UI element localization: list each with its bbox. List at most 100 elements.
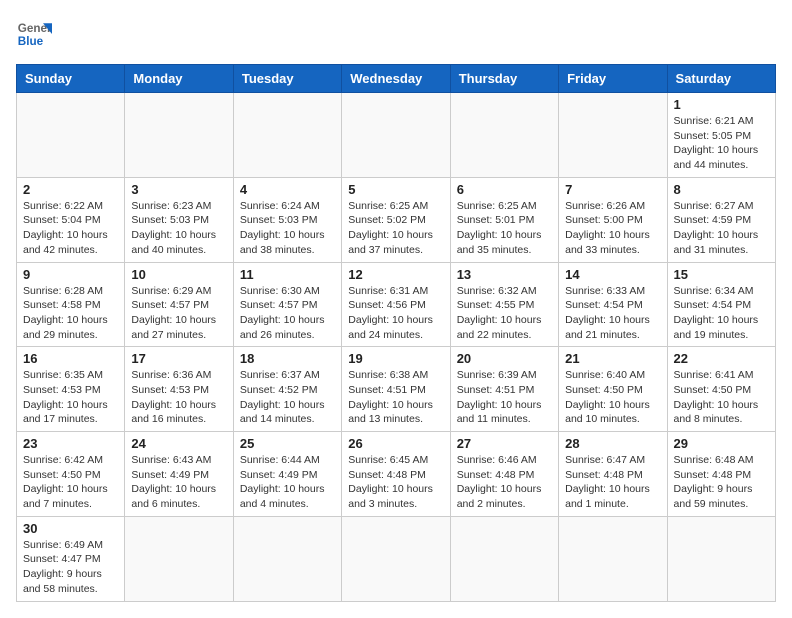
day-number: 27 bbox=[457, 436, 552, 451]
day-info: Sunrise: 6:38 AM Sunset: 4:51 PM Dayligh… bbox=[348, 368, 443, 427]
calendar-cell: 28 Sunrise: 6:47 AM Sunset: 4:48 PM Dayli… bbox=[559, 432, 667, 517]
day-info: Sunrise: 6:46 AM Sunset: 4:48 PM Dayligh… bbox=[457, 453, 552, 512]
day-info: Sunrise: 6:30 AM Sunset: 4:57 PM Dayligh… bbox=[240, 284, 335, 343]
weekday-header-sunday: Sunday bbox=[17, 65, 125, 93]
day-number: 23 bbox=[23, 436, 118, 451]
week-row-3: 9Sunrise: 6:28 AM Sunset: 4:58 PM Daylig… bbox=[17, 262, 776, 347]
calendar-cell: 1 Sunrise: 6:21 AM Sunset: 5:05 PM Daylig… bbox=[667, 93, 775, 178]
day-info: Sunrise: 6:42 AM Sunset: 4:50 PM Dayligh… bbox=[23, 453, 118, 512]
calendar-cell bbox=[450, 516, 558, 601]
day-info: Sunrise: 6:36 AM Sunset: 4:53 PM Dayligh… bbox=[131, 368, 226, 427]
weekday-header-saturday: Saturday bbox=[667, 65, 775, 93]
calendar-cell bbox=[233, 93, 341, 178]
day-number: 15 bbox=[674, 267, 769, 282]
day-info: Sunrise: 6:48 AM Sunset: 4:48 PM Dayligh… bbox=[674, 453, 769, 512]
calendar-cell bbox=[559, 93, 667, 178]
day-number: 29 bbox=[674, 436, 769, 451]
week-row-2: 2Sunrise: 6:22 AM Sunset: 5:04 PM Daylig… bbox=[17, 177, 776, 262]
day-info: Sunrise: 6:27 AM Sunset: 4:59 PM Dayligh… bbox=[674, 199, 769, 258]
day-info: Sunrise: 6:39 AM Sunset: 4:51 PM Dayligh… bbox=[457, 368, 552, 427]
calendar-cell bbox=[233, 516, 341, 601]
calendar-cell bbox=[17, 93, 125, 178]
day-number: 16 bbox=[23, 351, 118, 366]
day-info: Sunrise: 6:23 AM Sunset: 5:03 PM Dayligh… bbox=[131, 199, 226, 258]
day-number: 8 bbox=[674, 182, 769, 197]
logo: General Blue bbox=[16, 16, 56, 52]
weekday-header-monday: Monday bbox=[125, 65, 233, 93]
calendar-cell: 16 Sunrise: 6:35 AM Sunset: 4:53 PM Dayli… bbox=[17, 347, 125, 432]
weekday-header-wednesday: Wednesday bbox=[342, 65, 450, 93]
week-row-6: 30Sunrise: 6:49 AM Sunset: 4:47 PM Dayli… bbox=[17, 516, 776, 601]
calendar-cell: 18 Sunrise: 6:37 AM Sunset: 4:52 PM Dayli… bbox=[233, 347, 341, 432]
day-number: 1 bbox=[674, 97, 769, 112]
calendar-cell: 30Sunrise: 6:49 AM Sunset: 4:47 PM Dayli… bbox=[17, 516, 125, 601]
day-number: 12 bbox=[348, 267, 443, 282]
day-number: 26 bbox=[348, 436, 443, 451]
calendar-cell: 23 Sunrise: 6:42 AM Sunset: 4:50 PM Dayli… bbox=[17, 432, 125, 517]
day-info: Sunrise: 6:44 AM Sunset: 4:49 PM Dayligh… bbox=[240, 453, 335, 512]
day-info: Sunrise: 6:49 AM Sunset: 4:47 PM Dayligh… bbox=[23, 538, 118, 597]
calendar-cell: 9Sunrise: 6:28 AM Sunset: 4:58 PM Daylig… bbox=[17, 262, 125, 347]
calendar-cell bbox=[125, 516, 233, 601]
day-info: Sunrise: 6:29 AM Sunset: 4:57 PM Dayligh… bbox=[131, 284, 226, 343]
calendar-cell bbox=[342, 516, 450, 601]
day-info: Sunrise: 6:25 AM Sunset: 5:02 PM Dayligh… bbox=[348, 199, 443, 258]
day-number: 6 bbox=[457, 182, 552, 197]
day-info: Sunrise: 6:40 AM Sunset: 4:50 PM Dayligh… bbox=[565, 368, 660, 427]
week-row-4: 16 Sunrise: 6:35 AM Sunset: 4:53 PM Dayli… bbox=[17, 347, 776, 432]
calendar-cell bbox=[559, 516, 667, 601]
day-number: 28 bbox=[565, 436, 660, 451]
weekday-header-friday: Friday bbox=[559, 65, 667, 93]
day-info: Sunrise: 6:41 AM Sunset: 4:50 PM Dayligh… bbox=[674, 368, 769, 427]
calendar-cell: 2Sunrise: 6:22 AM Sunset: 5:04 PM Daylig… bbox=[17, 177, 125, 262]
calendar-cell: 19 Sunrise: 6:38 AM Sunset: 4:51 PM Dayli… bbox=[342, 347, 450, 432]
day-number: 19 bbox=[348, 351, 443, 366]
calendar-cell: 11Sunrise: 6:30 AM Sunset: 4:57 PM Dayli… bbox=[233, 262, 341, 347]
calendar-cell: 21Sunrise: 6:40 AM Sunset: 4:50 PM Dayli… bbox=[559, 347, 667, 432]
day-info: Sunrise: 6:47 AM Sunset: 4:48 PM Dayligh… bbox=[565, 453, 660, 512]
calendar-cell: 4 Sunrise: 6:24 AM Sunset: 5:03 PM Daylig… bbox=[233, 177, 341, 262]
calendar-cell: 3 Sunrise: 6:23 AM Sunset: 5:03 PM Daylig… bbox=[125, 177, 233, 262]
calendar: SundayMondayTuesdayWednesdayThursdayFrid… bbox=[16, 64, 776, 602]
svg-text:Blue: Blue bbox=[18, 35, 44, 48]
calendar-cell: 6 Sunrise: 6:25 AM Sunset: 5:01 PM Daylig… bbox=[450, 177, 558, 262]
day-number: 3 bbox=[131, 182, 226, 197]
weekday-header-row: SundayMondayTuesdayWednesdayThursdayFrid… bbox=[17, 65, 776, 93]
day-info: Sunrise: 6:43 AM Sunset: 4:49 PM Dayligh… bbox=[131, 453, 226, 512]
calendar-cell bbox=[125, 93, 233, 178]
day-number: 4 bbox=[240, 182, 335, 197]
day-info: Sunrise: 6:31 AM Sunset: 4:56 PM Dayligh… bbox=[348, 284, 443, 343]
calendar-cell: 12 Sunrise: 6:31 AM Sunset: 4:56 PM Dayli… bbox=[342, 262, 450, 347]
weekday-header-thursday: Thursday bbox=[450, 65, 558, 93]
day-number: 22 bbox=[674, 351, 769, 366]
day-number: 14 bbox=[565, 267, 660, 282]
day-info: Sunrise: 6:24 AM Sunset: 5:03 PM Dayligh… bbox=[240, 199, 335, 258]
day-info: Sunrise: 6:21 AM Sunset: 5:05 PM Dayligh… bbox=[674, 114, 769, 173]
header: General Blue bbox=[16, 16, 776, 52]
day-info: Sunrise: 6:35 AM Sunset: 4:53 PM Dayligh… bbox=[23, 368, 118, 427]
calendar-cell: 24Sunrise: 6:43 AM Sunset: 4:49 PM Dayli… bbox=[125, 432, 233, 517]
day-number: 2 bbox=[23, 182, 118, 197]
day-info: Sunrise: 6:26 AM Sunset: 5:00 PM Dayligh… bbox=[565, 199, 660, 258]
calendar-cell: 13 Sunrise: 6:32 AM Sunset: 4:55 PM Dayli… bbox=[450, 262, 558, 347]
day-info: Sunrise: 6:25 AM Sunset: 5:01 PM Dayligh… bbox=[457, 199, 552, 258]
calendar-cell: 10Sunrise: 6:29 AM Sunset: 4:57 PM Dayli… bbox=[125, 262, 233, 347]
calendar-cell bbox=[667, 516, 775, 601]
day-info: Sunrise: 6:33 AM Sunset: 4:54 PM Dayligh… bbox=[565, 284, 660, 343]
day-number: 7 bbox=[565, 182, 660, 197]
day-number: 9 bbox=[23, 267, 118, 282]
day-number: 20 bbox=[457, 351, 552, 366]
calendar-cell: 17Sunrise: 6:36 AM Sunset: 4:53 PM Dayli… bbox=[125, 347, 233, 432]
day-info: Sunrise: 6:37 AM Sunset: 4:52 PM Dayligh… bbox=[240, 368, 335, 427]
calendar-cell: 22 Sunrise: 6:41 AM Sunset: 4:50 PM Dayli… bbox=[667, 347, 775, 432]
calendar-cell: 5 Sunrise: 6:25 AM Sunset: 5:02 PM Daylig… bbox=[342, 177, 450, 262]
day-info: Sunrise: 6:34 AM Sunset: 4:54 PM Dayligh… bbox=[674, 284, 769, 343]
day-number: 13 bbox=[457, 267, 552, 282]
calendar-cell: 7 Sunrise: 6:26 AM Sunset: 5:00 PM Daylig… bbox=[559, 177, 667, 262]
day-info: Sunrise: 6:32 AM Sunset: 4:55 PM Dayligh… bbox=[457, 284, 552, 343]
day-number: 18 bbox=[240, 351, 335, 366]
day-number: 5 bbox=[348, 182, 443, 197]
calendar-cell: 26Sunrise: 6:45 AM Sunset: 4:48 PM Dayli… bbox=[342, 432, 450, 517]
calendar-cell: 27 Sunrise: 6:46 AM Sunset: 4:48 PM Dayli… bbox=[450, 432, 558, 517]
calendar-cell: 15 Sunrise: 6:34 AM Sunset: 4:54 PM Dayli… bbox=[667, 262, 775, 347]
